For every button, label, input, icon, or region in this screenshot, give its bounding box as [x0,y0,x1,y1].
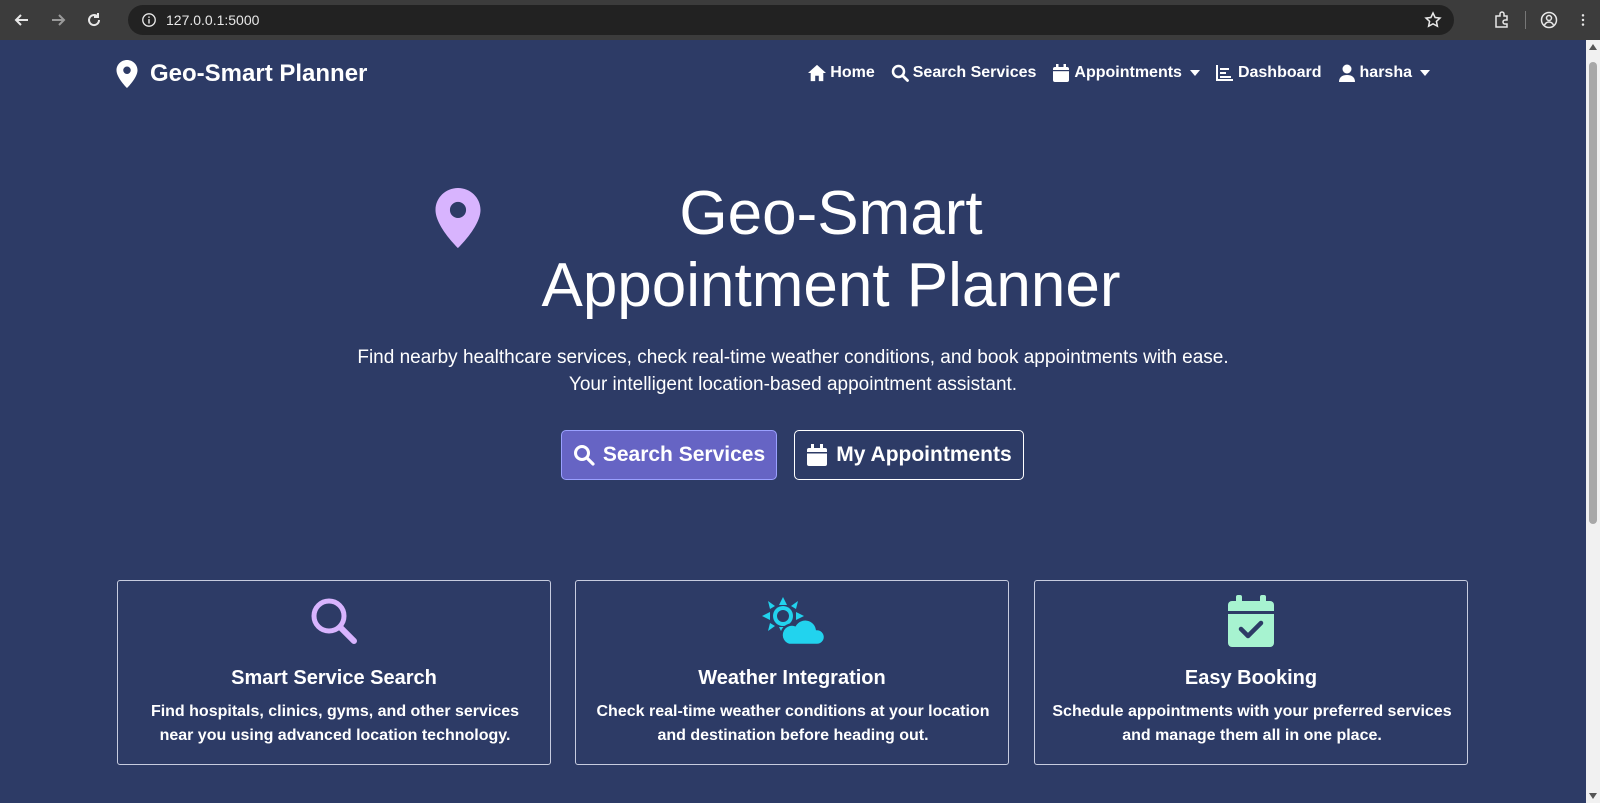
search-icon [311,598,357,644]
search-icon [891,64,909,82]
site-info-icon[interactable] [140,11,158,29]
nav-appointments-dropdown[interactable]: Appointments [1052,64,1200,82]
nav-search-label: Search Services [912,64,1037,81]
feature-description: Find hospitals, clinics, gyms, and other… [150,703,520,744]
scroll-thumb[interactable] [1589,62,1597,524]
scroll-down-arrow-icon[interactable] [1589,793,1597,799]
hero-subtitle-line1: Find nearby healthcare services, check r… [357,347,1229,368]
toolbar-divider [1525,11,1526,29]
chevron-down-icon [1189,70,1200,76]
browser-toolbar: 127.0.0.1:5000 [0,0,1600,40]
page-scrollbar[interactable] [1586,40,1600,803]
nav-dashboard[interactable]: Dashboard [1215,64,1322,82]
nav-user-label: harsha [1359,64,1412,81]
feature-card-smart-search: Smart Service Search Find hospitals, cli… [117,580,551,765]
forward-button[interactable] [44,6,72,34]
profile-icon[interactable] [1540,11,1558,29]
reload-button[interactable] [80,6,108,34]
scroll-up-arrow-icon[interactable] [1589,44,1597,50]
search-services-button-label: Search Services [602,443,766,466]
map-pin-icon [116,60,138,88]
extensions-icon[interactable] [1493,11,1511,29]
bookmark-star-icon[interactable] [1424,11,1442,29]
nav-appointments-label: Appointments [1074,64,1182,81]
nav-home-label: Home [830,64,875,81]
map-pin-icon [435,188,481,248]
feature-description: Check real-time weather conditions at yo… [596,703,990,744]
hero-title: Geo-Smart Appointment Planner [541,179,1121,320]
url-text: 127.0.0.1:5000 [166,12,260,28]
hero-subtitle-line2: Your intelligent location-based appointm… [568,374,1018,395]
nav-home[interactable]: Home [808,64,875,82]
search-icon [573,445,595,466]
brand-name: Geo-Smart Planner [150,60,368,87]
feature-description: Schedule appointments with your preferre… [1052,703,1452,744]
nav-search-services[interactable]: Search Services [891,64,1037,82]
search-services-button[interactable]: Search Services [561,430,777,480]
reload-icon [88,13,101,27]
feature-card-easy-booking: Easy Booking Schedule appointments with … [1034,580,1468,765]
calendar-icon [807,444,828,466]
home-icon [808,64,827,82]
brand-link[interactable]: Geo-Smart Planner [116,60,367,88]
user-icon [1338,64,1355,82]
calendar-check-icon [1228,595,1274,647]
feature-title: Easy Booking [1184,667,1318,689]
feature-title: Weather Integration [698,667,886,689]
chevron-down-icon [1420,70,1430,76]
nav-dashboard-label: Dashboard [1237,64,1322,81]
menu-dots-icon[interactable] [1576,11,1590,29]
nav-user-dropdown[interactable]: harsha [1338,64,1430,82]
my-appointments-button[interactable]: My Appointments [794,430,1024,480]
weather-icon [762,597,825,647]
my-appointments-button-label: My Appointments [836,443,1012,466]
chart-icon [1215,65,1233,81]
nav-links: Home Search Services Appointments Dashbo… [792,64,1430,82]
back-arrow-icon [14,14,28,26]
hero-subtitle: Find nearby healthcare services, check r… [0,344,1586,398]
calendar-icon [1053,64,1070,82]
forward-arrow-icon [52,14,66,26]
site-navbar: Geo-Smart Planner Home Search Services A… [0,40,1586,112]
feature-card-weather: Weather Integration Check real-time weat… [575,580,1009,765]
back-button[interactable] [8,6,36,34]
feature-title: Smart Service Search [231,667,437,689]
hero-heading: Geo-Smart Appointment Planner [0,178,1586,322]
address-bar[interactable]: 127.0.0.1:5000 [128,5,1454,35]
